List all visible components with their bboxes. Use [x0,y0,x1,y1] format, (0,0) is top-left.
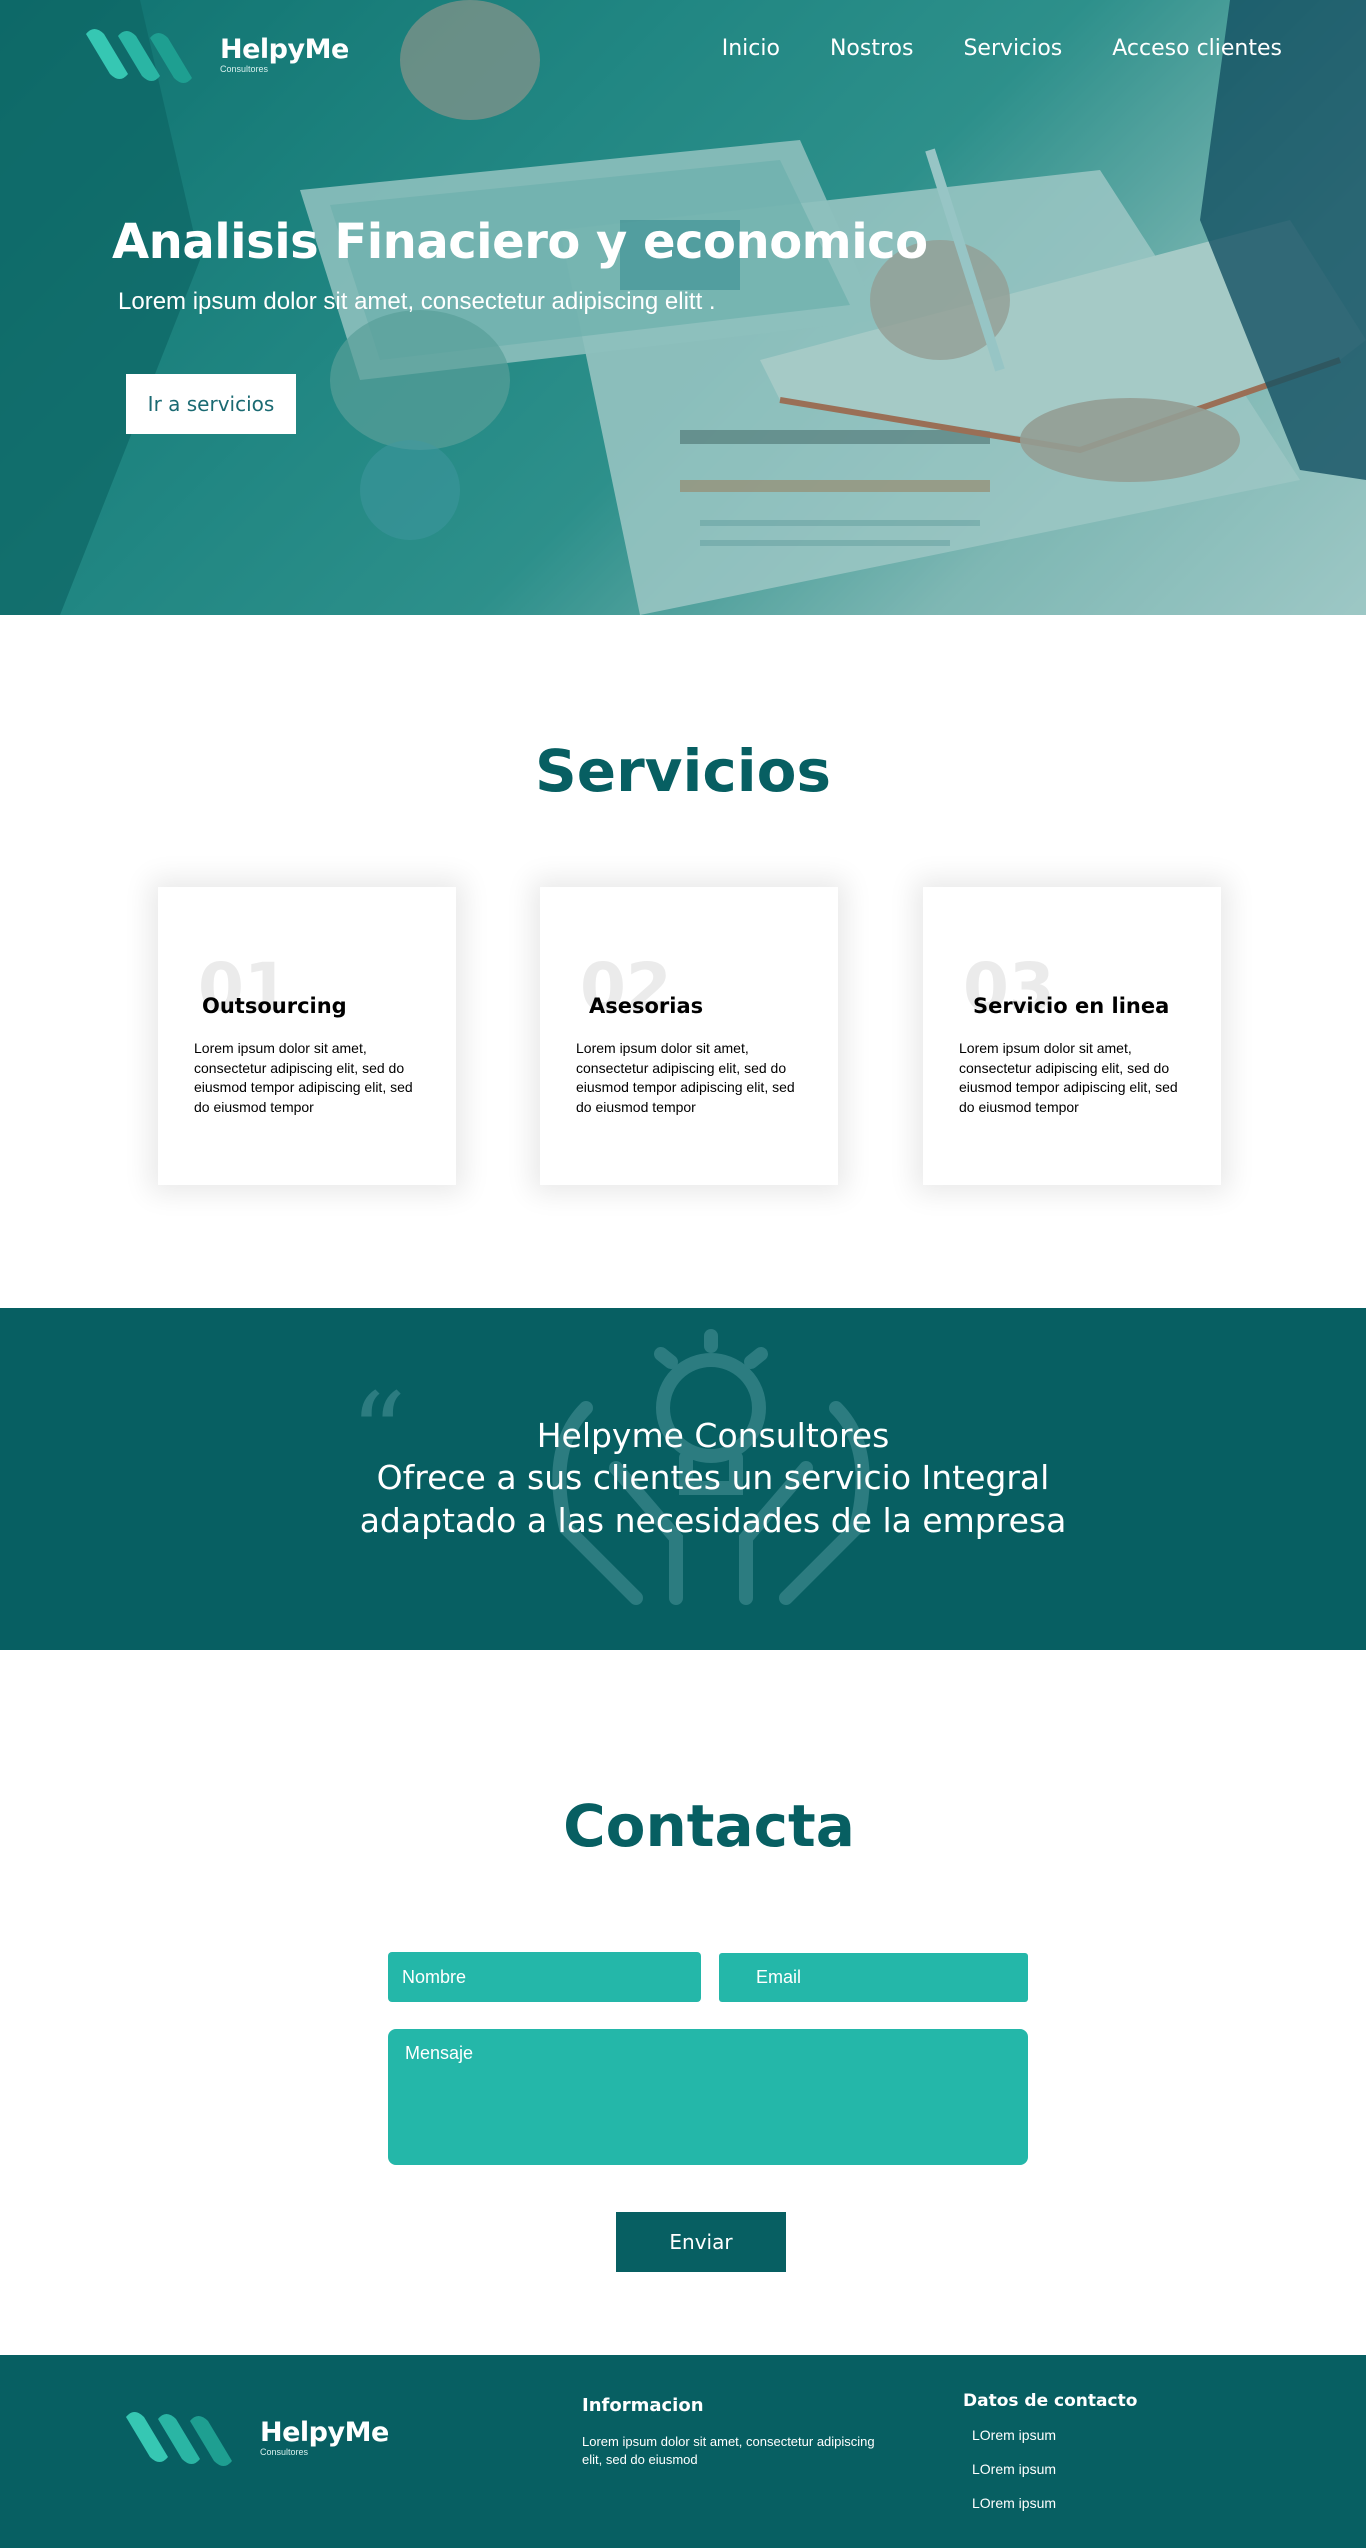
service-card-title: Asesorias [589,994,704,1018]
brand-name: HelpyMe [260,2417,389,2448]
hero-subtitle: Lorem ipsum dolor sit amet, consectetur … [118,288,716,315]
main-menu: Inicio Nostros Servicios Acceso clientes [722,36,1282,61]
top-nav: HelpyMe Consultores Inicio Nostros Servi… [0,0,1366,100]
service-card-title: Servicio en linea [973,994,1170,1018]
footer-contact-title: Datos de contacto [963,2391,1138,2411]
quote-line-3: adaptado a las necesidades de la empresa [359,1501,1067,1540]
footer-contact-item: LOrem ipsum [972,2427,1057,2443]
nav-link-servicios[interactable]: Servicios [963,36,1062,61]
go-to-services-button[interactable]: Ir a servicios [126,374,296,434]
service-card-text: Lorem ipsum dolor sit amet, consectetur … [194,1040,413,1115]
message-field[interactable]: Mensaje [388,2029,1028,2165]
quote-line-1: Helpyme Consultores [536,1416,890,1455]
service-card-text: Lorem ipsum dolor sit amet, consectetur … [576,1040,795,1115]
brand-name: HelpyMe [220,34,349,65]
footer-contact-item: LOrem ipsum [972,2461,1057,2477]
service-card-title: Outsourcing [202,994,347,1018]
footer: HelpyMe Consultores Informacion Lorem ip… [0,2355,1366,2548]
footer-contact-list: LOrem ipsum LOrem ipsum LOrem ipsum [972,2427,1056,2529]
footer-info-title: Informacion [582,2395,704,2416]
hero: HelpyMe Consultores Inicio Nostros Servi… [0,0,1366,615]
service-card-servicio-en-linea[interactable]: 03 Servicio en linea Lorem ipsum dolor s… [923,887,1221,1185]
brand-logo[interactable]: HelpyMe Consultores [80,22,349,88]
nav-link-inicio[interactable]: Inicio [722,36,780,61]
footer-logo[interactable]: HelpyMe Consultores [120,2405,389,2471]
helpyme-logo-icon [86,29,192,83]
service-card-asesorias[interactable]: 02 Asesorias Lorem ipsum dolor sit amet,… [540,887,838,1185]
contact-title: Contacta [563,1792,855,1860]
helpyme-logo-icon [126,2412,232,2466]
brand-tagline: Consultores [260,2447,309,2457]
brand-tagline: Consultores [220,64,269,74]
footer-contact-item: LOrem ipsum [972,2495,1057,2511]
service-card-text: Lorem ipsum dolor sit amet, consectetur … [959,1040,1178,1115]
send-button[interactable]: Enviar [616,2212,786,2272]
nav-link-nostros[interactable]: Nostros [830,36,914,61]
services-section: Servicios 01 Outsourcing Lorem ipsum dol… [0,615,1366,1308]
nav-link-acceso-clientes[interactable]: Acceso clientes [1112,36,1282,61]
quote-line-2: Ofrece a sus clientes un servicio Integr… [376,1458,1050,1497]
service-card-outsourcing[interactable]: 01 Outsourcing Lorem ipsum dolor sit ame… [158,887,456,1185]
contact-section: Contacta Nombre Email Mensaje Enviar [0,1650,1366,2355]
hero-title: Analisis Finaciero y economico [112,214,928,270]
email-field[interactable]: Email [719,1953,1028,2002]
footer-info-text: Lorem ipsum dolor sit amet, consectetur … [582,2434,875,2467]
services-title: Servicios [534,737,832,805]
quote-band: “ Helpyme Consultores Ofrece a sus clien… [0,1308,1366,1650]
name-field[interactable]: Nombre [388,1952,701,2002]
